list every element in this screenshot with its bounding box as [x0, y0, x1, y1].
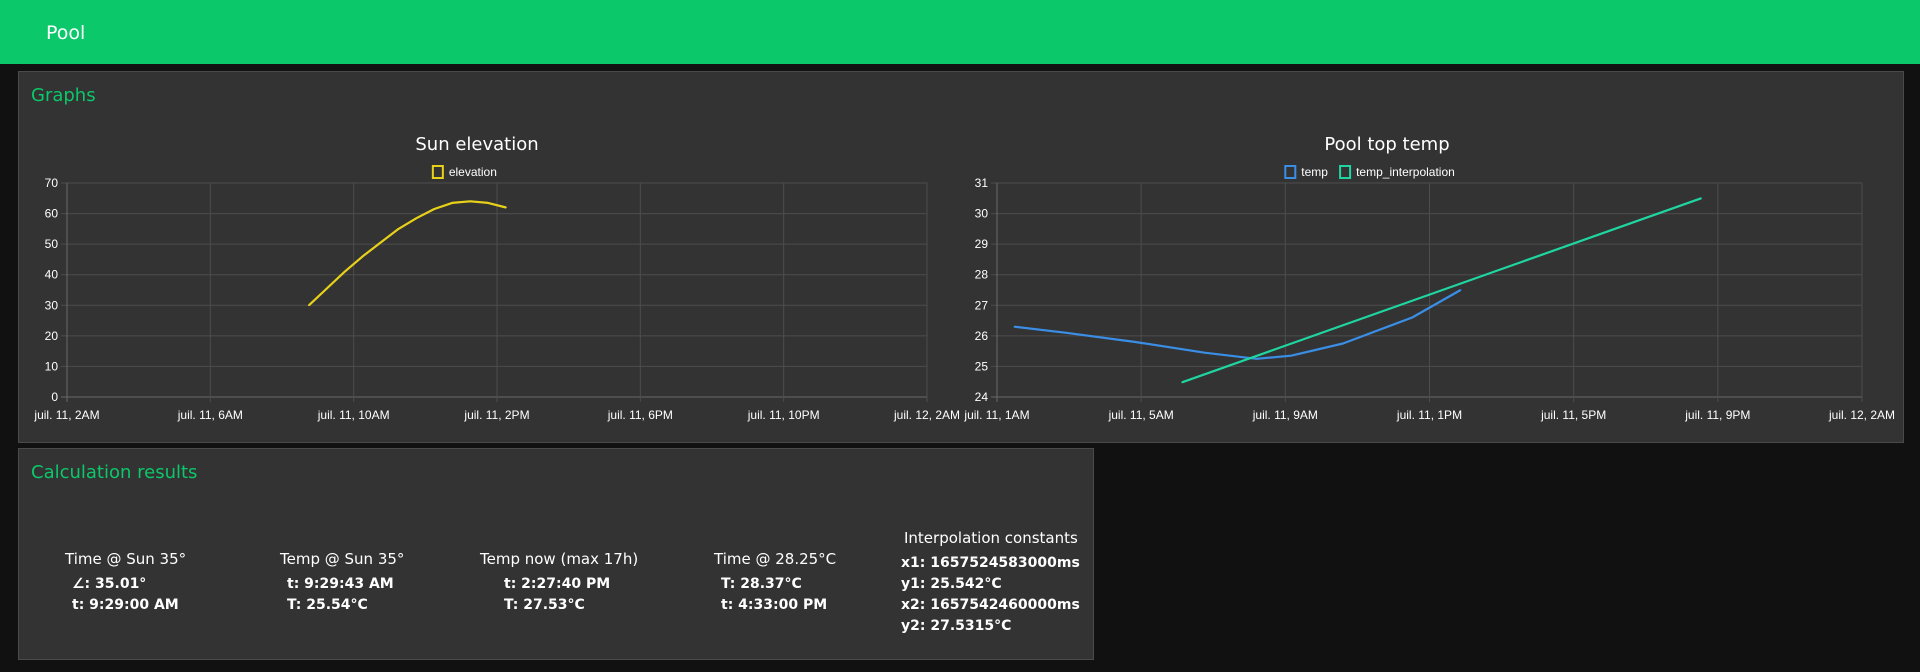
result-value: T: 25.54°C — [287, 597, 368, 613]
data-point — [1290, 354, 1292, 357]
data-point — [1134, 341, 1137, 343]
data-point — [343, 270, 346, 273]
calculation-results-panel: Calculation results Time @ Sun 35° ∠: 35… — [18, 448, 1094, 660]
x-tick-label: juil. 11, 2PM — [463, 408, 529, 422]
x-tick-label: juil. 12, 2AM — [1828, 408, 1895, 422]
data-point — [469, 200, 471, 203]
series-line-temp_interpolation — [1181, 197, 1702, 384]
result-value: x1: 1657524583000ms — [901, 555, 1080, 571]
y-tick-label: 20 — [45, 329, 59, 343]
data-point — [1065, 332, 1067, 334]
x-tick-label: juil. 11, 6AM — [177, 408, 243, 422]
result-header: Time @ 28.25°C — [714, 550, 837, 568]
result-value: T: 28.37°C — [721, 576, 802, 592]
data-point — [433, 208, 436, 210]
result-value: ∠: 35.01° — [72, 576, 147, 592]
data-point — [1203, 351, 1206, 354]
y-tick-label: 0 — [51, 390, 58, 404]
y-tick-label: 40 — [45, 268, 59, 282]
data-point — [361, 255, 364, 258]
legend-label: temp — [1301, 165, 1328, 179]
y-tick-label: 30 — [975, 207, 989, 221]
result-value: t: 4:33:00 PM — [721, 597, 828, 613]
data-point — [1411, 316, 1413, 319]
data-point — [1459, 289, 1462, 291]
x-tick-label: juil. 11, 9PM — [1684, 408, 1750, 422]
x-tick-label: juil. 11, 5PM — [1540, 408, 1606, 422]
result-header: Time @ Sun 35° — [65, 550, 187, 568]
data-point — [308, 304, 310, 307]
data-point — [415, 217, 418, 219]
y-tick-label: 24 — [975, 390, 989, 404]
sun-elevation-chart: Sun elevation elevation 0 10 20 30 40 50 60 70 jui… — [33, 134, 960, 422]
x-tick-label: juil. 11, 10AM — [317, 408, 390, 422]
app-title: Pool — [46, 22, 86, 44]
y-tick-label: 25 — [975, 359, 989, 373]
results-panel-title: Calculation results — [31, 462, 198, 483]
result-temp-now: Temp now (max 17h) t: 2:27:40 PM T: 27.5… — [480, 550, 638, 616]
data-point — [1255, 357, 1258, 360]
data-point — [1013, 325, 1016, 328]
result-value: y1: 25.542°C — [901, 576, 1002, 592]
y-tick-label: 27 — [975, 298, 989, 312]
graphs-panel-title: Graphs — [31, 85, 96, 106]
x-tick-label: juil. 11, 10PM — [747, 408, 820, 422]
result-time-at-sun-35: Time @ Sun 35° ∠: 35.01° t: 9:29:00 AM — [65, 550, 186, 616]
result-value: y2: 27.5315°C — [901, 618, 1012, 634]
data-point — [397, 228, 400, 230]
y-tick-label: 70 — [45, 176, 59, 190]
y-tick-label: 26 — [975, 329, 989, 343]
x-tick-label: juil. 11, 2AM — [33, 408, 99, 422]
legend-swatch — [1284, 165, 1297, 179]
x-tick-label: juil. 11, 5AM — [1108, 408, 1174, 422]
legend-swatch — [431, 165, 444, 179]
result-interpolation-constants: Interpolation constants x1: 165752458300… — [901, 529, 1080, 637]
result-header: Temp @ Sun 35° — [280, 550, 405, 568]
result-value: x2: 1657542460000ms — [901, 597, 1080, 613]
result-header: Temp now (max 17h) — [480, 550, 639, 568]
data-point — [487, 202, 489, 204]
top-app-bar: Pool — [0, 0, 1920, 64]
graphs-panel: Graphs Sun elevation elevation 0 10 20 30 40 50… — [18, 71, 1904, 443]
data-point — [379, 241, 382, 244]
result-value: t: 9:29:00 AM — [72, 597, 179, 613]
result-value: t: 9:29:43 AM — [287, 576, 394, 592]
data-point — [325, 287, 328, 290]
y-tick-label: 10 — [45, 359, 59, 373]
series-line-elevation — [308, 200, 507, 307]
y-tick-label: 30 — [45, 298, 59, 312]
series-line-temp — [1014, 289, 1462, 360]
result-temp-at-sun-35: Temp @ Sun 35° t: 9:29:43 AM T: 25.54°C — [280, 550, 404, 616]
y-tick-label: 28 — [975, 268, 989, 282]
result-value: T: 27.53°C — [504, 597, 585, 613]
x-tick-label: juil. 11, 9AM — [1252, 408, 1318, 422]
data-point — [1700, 197, 1702, 200]
legend-label: elevation — [449, 165, 497, 179]
legend-label: temp_interpolation — [1356, 165, 1455, 179]
x-tick-label: juil. 11, 1PM — [1396, 408, 1462, 422]
y-tick-label: 31 — [975, 176, 989, 190]
chart-title: Sun elevation — [415, 134, 538, 155]
data-point — [1342, 342, 1344, 345]
legend-swatch — [1339, 165, 1352, 179]
result-time-at-28-25: Time @ 28.25°C T: 28.37°C t: 4:33:00 PM — [714, 550, 836, 616]
data-point — [1181, 381, 1183, 384]
data-point — [451, 202, 454, 204]
x-tick-label: juil. 11, 6PM — [607, 408, 673, 422]
x-tick-label: juil. 11, 1AM — [963, 408, 1029, 422]
pool-top-temp-chart: Pool top temp temp temp_interpolation 24 25 2… — [963, 134, 1895, 422]
chart-title: Pool top temp — [1324, 134, 1449, 155]
data-point — [505, 206, 507, 209]
result-header: Interpolation constants — [904, 529, 1078, 547]
y-tick-label: 29 — [975, 237, 989, 251]
result-value: t: 2:27:40 PM — [504, 576, 611, 592]
y-tick-label: 60 — [45, 207, 59, 221]
y-tick-label: 50 — [45, 237, 59, 251]
